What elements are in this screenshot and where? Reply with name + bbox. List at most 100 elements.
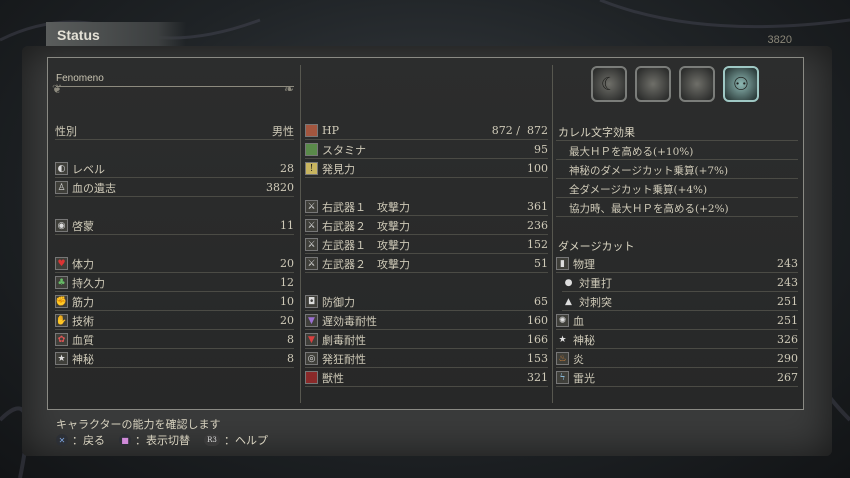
damage-value: 243 <box>777 257 798 270</box>
status-tab[interactable]: Status <box>46 22 186 48</box>
resist-value: 166 <box>527 333 548 346</box>
effect-item: 協力時、最大ＨＰを高める(+2%) <box>569 203 729 215</box>
blunt-icon: ● <box>564 277 573 288</box>
stat-label: 神秘 <box>72 352 94 366</box>
blood-echoes-row: ♙ 血の遺志 3820 <box>55 179 294 197</box>
damage-value: 267 <box>777 371 798 384</box>
stat-value: 12 <box>280 276 294 289</box>
effect-item: 最大ＨＰを高める(+10%) <box>569 146 694 158</box>
footer-hint: キャラクターの能力を確認します <box>56 418 221 431</box>
damage-row-arcane: ★ 神秘 326 <box>556 331 798 349</box>
damage-label: 物理 <box>573 257 595 271</box>
left-weapon-2-icon: ⚔ <box>305 257 318 270</box>
beasthood-value: 321 <box>527 371 548 384</box>
column-divider-2 <box>552 65 553 403</box>
level-row: ◐ レベル 28 <box>55 160 294 178</box>
hp-row: ▪ HP 872 / 872 <box>305 122 548 140</box>
cross-button-icon[interactable]: ✕ <box>56 434 68 446</box>
gender-value: 男性 <box>272 124 294 138</box>
resist-label: 劇毒耐性 <box>322 333 366 347</box>
weapon-label: 左武器１ 攻撃力 <box>322 238 410 252</box>
weapon-row-l1: ⚔ 左武器１ 攻撃力 152 <box>305 236 548 254</box>
insight-value: 11 <box>280 219 294 232</box>
stat-label: 技術 <box>72 314 94 328</box>
resist-value: 153 <box>527 352 548 365</box>
defense-value: 65 <box>534 295 548 308</box>
square-button-icon[interactable]: ■ <box>119 434 131 446</box>
weapon-label: 左武器２ 攻撃力 <box>322 257 410 271</box>
damage-row-blood: ✺ 血 251 <box>556 312 798 330</box>
discovery-value: 100 <box>527 162 548 175</box>
column-divider-1 <box>300 65 301 403</box>
damage-label: 対重打 <box>579 276 612 290</box>
stamina-row: ▪ スタミナ 95 <box>305 141 548 159</box>
damage-value: 326 <box>777 333 798 346</box>
stat-value: 8 <box>287 333 294 346</box>
rune-slot-2[interactable] <box>635 66 671 102</box>
hp-current: 872 <box>491 124 513 137</box>
right-weapon-2-icon: ⚔ <box>305 219 318 232</box>
damage-cut-title: ダメージカット <box>558 240 635 253</box>
hp-icon: ▪ <box>305 124 318 137</box>
defense-row: ◘ 防御力 65 <box>305 293 548 311</box>
rune-moon-icon: ☾ <box>600 73 618 95</box>
stamina-icon: ▪ <box>305 143 318 156</box>
hp-label: HP <box>322 124 339 137</box>
beasthood-icon: ▩ <box>305 371 318 384</box>
gender-row: 性別 男性 <box>55 122 294 140</box>
effects-divider <box>556 159 798 160</box>
stat-value: 8 <box>287 352 294 365</box>
hp-max: 872 <box>527 124 548 137</box>
skill-icon: ✋ <box>55 314 68 327</box>
name-underline <box>56 86 294 87</box>
stat-row-arcane: ★ 神秘 8 <box>55 350 294 368</box>
effects-divider <box>556 140 798 141</box>
weapon-label: 右武器１ 攻撃力 <box>322 200 410 214</box>
damage-row-thrust: ▲ 対刺突 251 <box>562 293 798 311</box>
character-name: Fenomeno <box>56 73 104 84</box>
stat-value: 20 <box>280 257 294 270</box>
level-icon: ◐ <box>55 162 68 175</box>
thrust-icon: ▲ <box>565 296 572 307</box>
insight-eye-icon: ◉ <box>55 219 68 232</box>
weapon-row-r2: ⚔ 右武器２ 攻撃力 236 <box>305 217 548 235</box>
flourish-right-icon: ❧ <box>284 82 295 96</box>
rune-slot-4[interactable]: ⚇ <box>723 66 759 102</box>
weapon-row-l2: ⚔ 左武器２ 攻撃力 51 <box>305 255 548 273</box>
stat-row-skill: ✋ 技術 20 <box>55 312 294 330</box>
discovery-label: 発見力 <box>322 162 355 176</box>
stat-row-vitality: ♥ 体力 20 <box>55 255 294 273</box>
damage-row-fire: ♨ 炎 290 <box>556 350 798 368</box>
damage-label: 炎 <box>573 352 584 366</box>
r3-button-icon[interactable]: R3 <box>204 434 220 446</box>
endurance-icon: ♣ <box>55 276 68 289</box>
weapon-value: 236 <box>527 219 548 232</box>
damage-row-blunt: ● 対重打 243 <box>562 274 798 292</box>
frenzy-icon: ◎ <box>305 352 318 365</box>
rune-slot-1[interactable]: ☾ <box>591 66 627 102</box>
stat-row-strength: ✊ 筋力 10 <box>55 293 294 311</box>
level-value: 28 <box>280 162 294 175</box>
discovery-row: ! 発見力 100 <box>305 160 548 178</box>
footer-controls: ✕ ：戻る ■ ：表示切替 R3 ：ヘルプ <box>56 432 268 448</box>
defense-icon: ◘ <box>305 295 318 308</box>
strength-icon: ✊ <box>55 295 68 308</box>
help-label: ：ヘルプ <box>224 434 268 447</box>
insight-row: ◉ 啓蒙 11 <box>55 217 294 235</box>
blood-echoes-icon: ♙ <box>55 181 68 194</box>
slow-poison-icon: ▼ <box>305 314 318 327</box>
rapid-poison-row: ▼ 劇毒耐性 166 <box>305 331 548 349</box>
blood-icon: ✺ <box>556 314 569 327</box>
stat-label: 持久力 <box>72 276 105 290</box>
beasthood-label: 獣性 <box>322 371 344 385</box>
arcane-damage-icon: ★ <box>558 334 567 345</box>
arcane-icon: ★ <box>55 352 68 365</box>
defense-label: 防御力 <box>322 295 355 309</box>
damage-label: 対刺突 <box>579 295 612 309</box>
weapon-label: 右武器２ 攻撃力 <box>322 219 410 233</box>
caryll-effects-title: カレル文字効果 <box>558 126 635 139</box>
rune-slot-3[interactable] <box>679 66 715 102</box>
damage-value: 251 <box>777 314 798 327</box>
stat-row-endurance: ♣ 持久力 12 <box>55 274 294 292</box>
gender-label: 性別 <box>55 124 77 138</box>
